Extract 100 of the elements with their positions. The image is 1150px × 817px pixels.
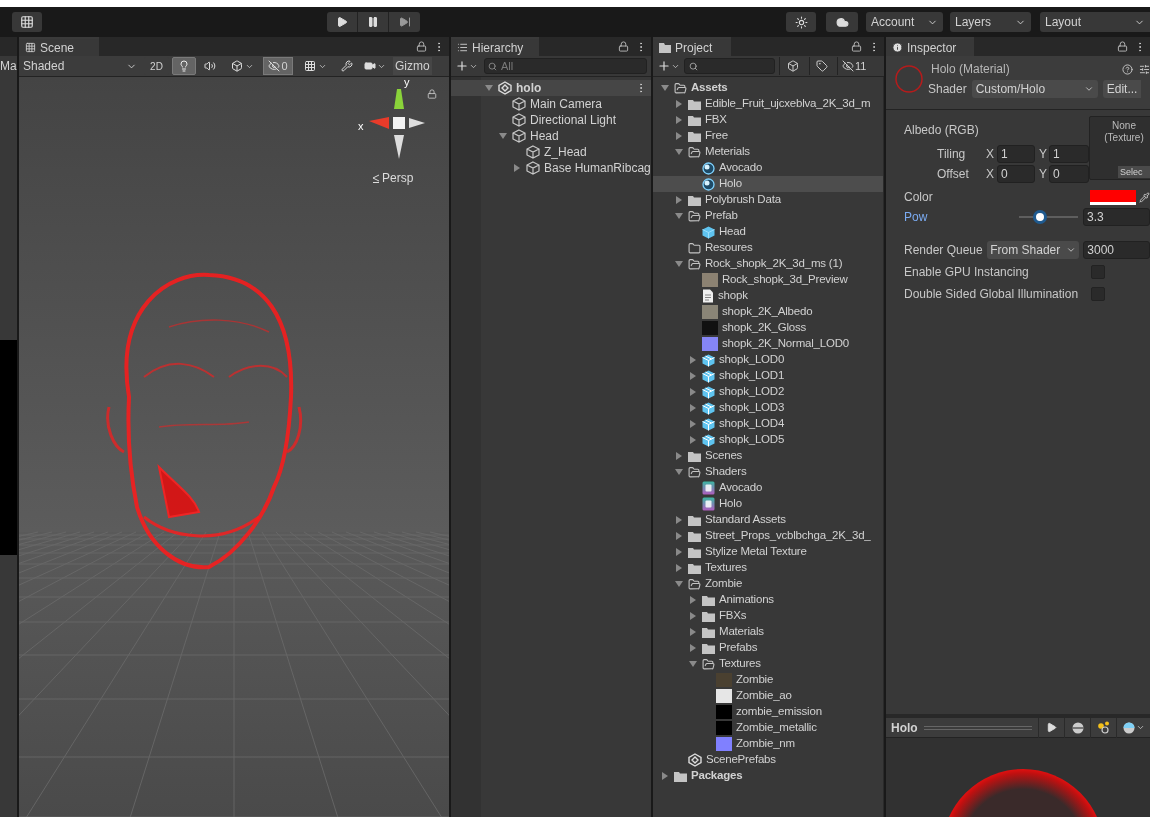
tree-row[interactable]: Holo	[653, 496, 883, 512]
tree-row[interactable]: Scenes	[653, 448, 883, 464]
tree-row[interactable]: Zombie_ao	[653, 688, 883, 704]
pow-field[interactable]: 3.3	[1083, 208, 1150, 226]
expanded-arrow-icon[interactable]	[675, 148, 683, 156]
tiling-y-field[interactable]: 1	[1049, 145, 1089, 163]
tree-row[interactable]: zombie_emission	[653, 704, 883, 720]
tree-row[interactable]: shopk_LOD5	[653, 432, 883, 448]
add-button[interactable]	[455, 59, 478, 73]
offset-y-field[interactable]: 0	[1049, 165, 1089, 183]
tree-row[interactable]: shopk_2K_Albedo	[653, 304, 883, 320]
shading-dropdown[interactable]: Shaded	[19, 57, 141, 75]
gizmos-dropdown[interactable]: Gizmo	[393, 57, 432, 75]
tree-row[interactable]: shopk	[653, 288, 883, 304]
eyedropper-icon[interactable]	[1139, 191, 1150, 203]
tree-row[interactable]: shopk_LOD1	[653, 368, 883, 384]
hidden-packages-button[interactable]: 11	[837, 57, 867, 75]
tree-row[interactable]: holo	[451, 80, 651, 96]
panel-tab[interactable]: Project	[653, 37, 731, 56]
tree-row[interactable]: shopk_LOD3	[653, 400, 883, 416]
tiling-x-field[interactable]: 1	[997, 145, 1035, 163]
panel-tab[interactable]: Inspector	[886, 37, 974, 56]
tree-row[interactable]: shopk_LOD4	[653, 416, 883, 432]
tree-row[interactable]: Main Camera	[451, 96, 651, 112]
cut-dropdown[interactable]: Ma	[0, 56, 17, 77]
lighting-toggle[interactable]	[172, 57, 196, 75]
grid-snap-button[interactable]	[12, 12, 42, 32]
tree-row[interactable]: Meterials	[653, 144, 883, 160]
expanded-arrow-icon[interactable]	[675, 468, 683, 476]
lock-icon[interactable]	[427, 89, 437, 99]
collapsed-arrow-icon[interactable]	[675, 196, 683, 204]
expanded-arrow-icon[interactable]	[485, 84, 493, 92]
collab-button[interactable]	[786, 12, 816, 32]
select-texture-button[interactable]: Selec	[1118, 166, 1150, 178]
tree-row[interactable]: Textures	[653, 656, 883, 672]
projection-label[interactable]: Persp	[382, 169, 414, 187]
drag-handle[interactable]	[923, 725, 1032, 730]
search-field[interactable]: All	[484, 58, 647, 74]
tree-row[interactable]: Resoures	[653, 240, 883, 256]
hidden-objects-toggle[interactable]: 0	[263, 57, 293, 75]
tree-row[interactable]: Zombie	[653, 576, 883, 592]
lock-icon[interactable]	[1117, 41, 1128, 52]
tree-row[interactable]: Avocado	[653, 160, 883, 176]
tree-row[interactable]: Street_Props_vcblbchga_2K_3d_	[653, 528, 883, 544]
tree-row[interactable]: FBX	[653, 112, 883, 128]
tree-row[interactable]: Holo	[653, 176, 883, 192]
tree-row[interactable]: ScenePrefabs	[653, 752, 883, 768]
tree-row[interactable]: Polybrush Data	[653, 192, 883, 208]
tree-row[interactable]: Rock_shopk_3d_Preview	[653, 272, 883, 288]
tree-row[interactable]: Avocado	[653, 480, 883, 496]
edit-shader-button[interactable]: Edit...	[1102, 80, 1142, 98]
play-button[interactable]	[327, 12, 358, 32]
expanded-arrow-icon[interactable]	[689, 660, 697, 668]
step-button[interactable]	[389, 12, 420, 32]
search-field[interactable]	[684, 58, 775, 74]
expanded-arrow-icon[interactable]	[661, 84, 669, 92]
tree-row[interactable]: Textures	[653, 560, 883, 576]
add-button[interactable]	[657, 59, 680, 73]
tree-row[interactable]: Rock_shopk_2K_3d_ms (1)	[653, 256, 883, 272]
tree-row[interactable]: Z_Head	[451, 144, 651, 160]
pow-slider[interactable]	[1019, 210, 1079, 224]
cloud-button[interactable]	[826, 12, 858, 32]
expanded-arrow-icon[interactable]	[675, 260, 683, 268]
panel-tab[interactable]: Scene	[19, 37, 99, 56]
help-icon[interactable]	[1122, 63, 1133, 75]
color-swatch[interactable]	[1090, 189, 1137, 205]
tree-row[interactable]: Head	[653, 224, 883, 240]
expanded-arrow-icon[interactable]	[499, 132, 507, 140]
layers-dropdown[interactable]: Layers	[950, 12, 1031, 32]
tree-row[interactable]: Edible_Fruit_ujcxeblva_2K_3d_m	[653, 96, 883, 112]
render-queue-dropdown[interactable]: From Shader	[987, 241, 1080, 259]
offset-x-field[interactable]: 0	[997, 165, 1035, 183]
tree-row[interactable]: Zombie_nm	[653, 736, 883, 752]
tree-row[interactable]: Animations	[653, 592, 883, 608]
tree-row[interactable]: Assets	[653, 80, 883, 96]
tree-row[interactable]: Packages	[653, 768, 883, 784]
tree-row[interactable]: shopk_LOD0	[653, 352, 883, 368]
expanded-arrow-icon[interactable]	[675, 212, 683, 220]
tree-row[interactable]: Free	[653, 128, 883, 144]
collapsed-arrow-icon[interactable]	[513, 164, 521, 172]
tree-row[interactable]: Standard Assets	[653, 512, 883, 528]
collapsed-arrow-icon[interactable]	[661, 772, 669, 780]
account-dropdown[interactable]: Account	[866, 12, 943, 32]
tree-row[interactable]: Head	[451, 128, 651, 144]
tree-row[interactable]: Shaders	[653, 464, 883, 480]
tree-row[interactable]: Materials	[653, 624, 883, 640]
lock-icon[interactable]	[618, 41, 629, 52]
tree-row[interactable]: Zombie_metallic	[653, 720, 883, 736]
tree-row[interactable]: Zombie	[653, 672, 883, 688]
tree-row[interactable]: shopk_LOD2	[653, 384, 883, 400]
panel-tab[interactable]: Hierarchy	[451, 37, 539, 56]
render-queue-field[interactable]: 3000	[1083, 241, 1150, 259]
settings-icon[interactable]	[1139, 63, 1150, 75]
tree-row[interactable]: Prefabs	[653, 640, 883, 656]
tree-row[interactable]: shopk_2K_Gloss	[653, 320, 883, 336]
slider-thumb[interactable]	[1033, 210, 1048, 224]
pause-button[interactable]	[358, 12, 389, 32]
lock-icon[interactable]	[416, 41, 427, 52]
tree-row[interactable]: shopk_2K_Normal_LOD0	[653, 336, 883, 352]
expanded-arrow-icon[interactable]	[675, 580, 683, 588]
